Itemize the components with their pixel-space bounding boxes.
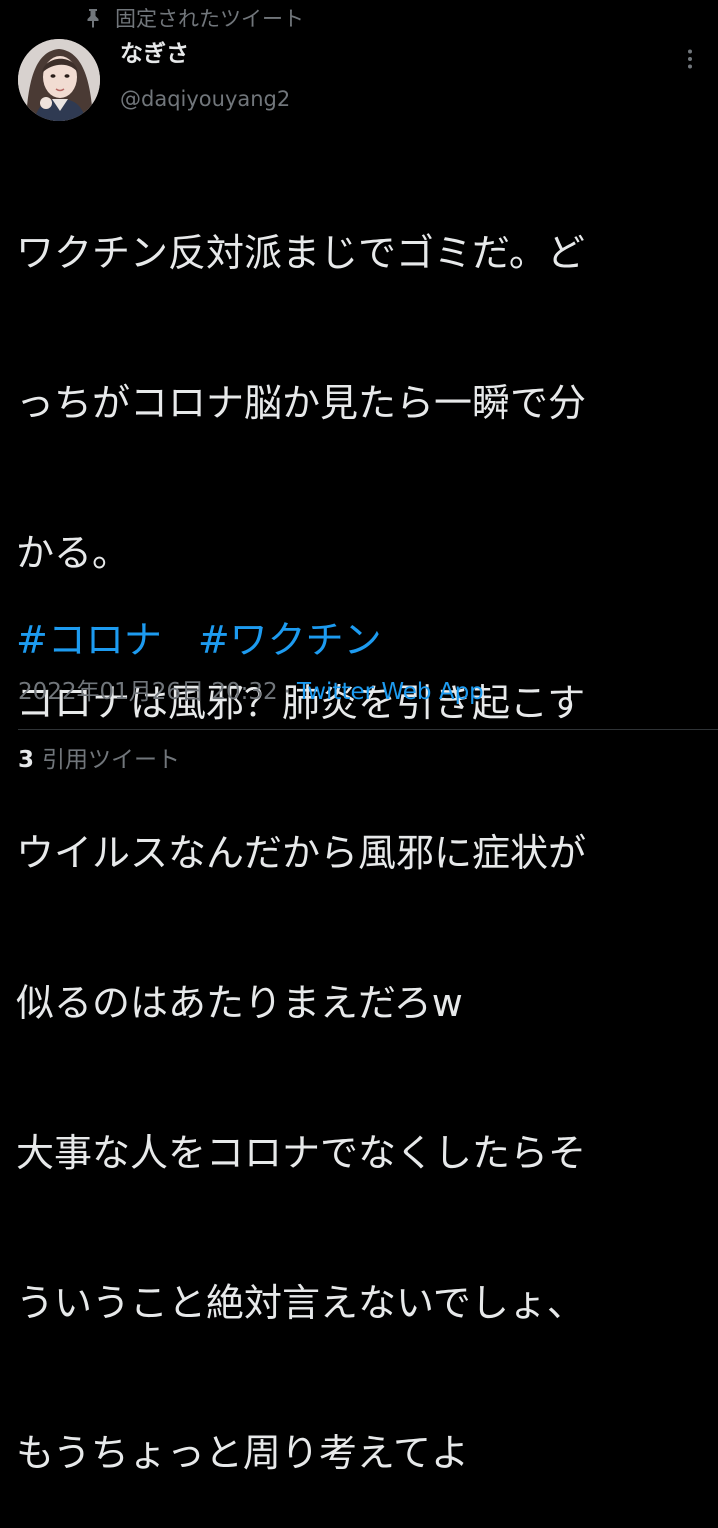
tweet-meta: 2022年01月26日 20:32 · Twitter Web App [18, 675, 484, 709]
quote-tweets-link[interactable]: 3 引用ツイート [18, 743, 180, 777]
tweet-line: 似るのはあたりまえだろw [16, 981, 463, 1025]
pin-icon [84, 8, 102, 28]
hashtags: #コロナ #ワクチン [16, 615, 382, 665]
pinned-text: 固定されたツイート [115, 7, 304, 31]
quote-label: 引用ツイート [42, 747, 181, 773]
display-name[interactable]: なぎさ [120, 38, 189, 70]
divider [18, 729, 718, 730]
pinned-tweet-label: 固定されたツイート [84, 4, 304, 32]
tweet-line: ワクチン反対派まじでゴミだ。ど [16, 231, 585, 275]
hashtag-link-vaccine[interactable]: #ワクチン [198, 615, 382, 665]
tweet-line: ウイルスなんだから風邪に症状が [16, 831, 587, 875]
hashtag-link-corona[interactable]: #コロナ [16, 615, 162, 665]
tweet-line: かる。 [16, 531, 131, 575]
timestamp[interactable]: 2022年01月26日 20:32 [18, 675, 278, 709]
tweet-line: ういうこと絶対言えないでしょ、 [16, 1281, 585, 1325]
avatar[interactable] [18, 39, 100, 121]
more-icon [678, 47, 702, 75]
tweet-body: ワクチン反対派まじでゴミだ。ど っちがコロナ脳か見たら一瞬で分 かる。 コロナは… [16, 128, 706, 1528]
meta-separator: · [283, 679, 291, 705]
tweet-line: っちがコロナ脳か見たら一瞬で分 [16, 381, 587, 425]
user-handle[interactable]: @daqiyouyang2 [120, 84, 290, 114]
tweet-line: もうちょっと周り考えてよ [16, 1431, 469, 1475]
quote-count: 3 [18, 747, 35, 773]
tweet-line: 大事な人をコロナでなくしたらそ [16, 1131, 587, 1175]
source-link[interactable]: Twitter Web App [297, 675, 484, 709]
more-options-button[interactable] [676, 47, 704, 75]
